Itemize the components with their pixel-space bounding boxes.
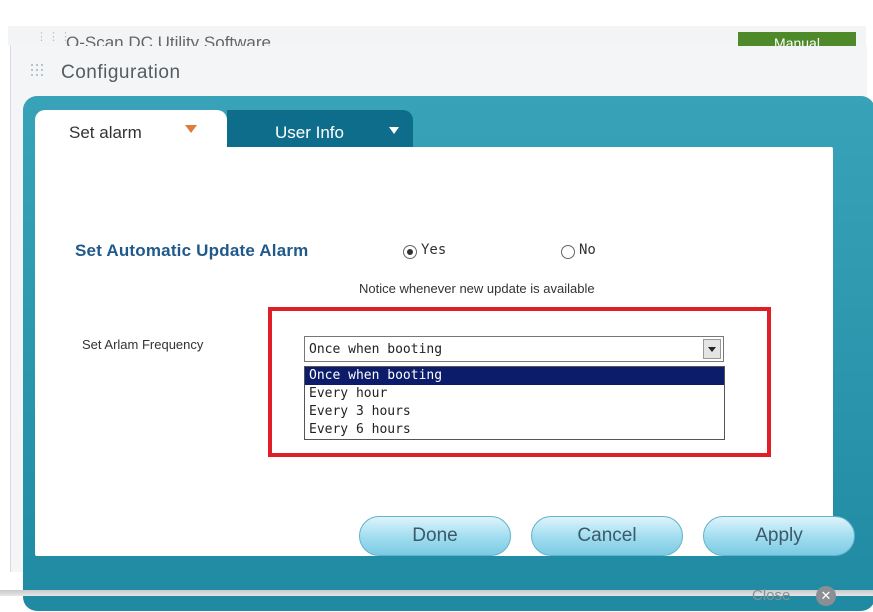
window-bottom-edge [0,590,873,596]
configuration-window: Configuration Set alarm User Info Set Au… [10,46,873,611]
configuration-titlebar[interactable]: Configuration [11,46,867,96]
tab-user-info-label: User Info [275,123,344,142]
frequency-select-value: Once when booting [309,342,443,357]
frequency-select[interactable]: Once when booting [304,336,724,362]
radio-yes[interactable] [403,245,417,259]
dropdown-option[interactable]: Every 6 hours [305,421,724,439]
dropdown-triangle-icon [389,127,399,134]
auto-update-alarm-label: Set Automatic Update Alarm [75,241,309,260]
radio-yes-label[interactable]: Yes [421,242,446,258]
tab-user-info[interactable]: User Info [227,110,413,148]
close-circle-icon[interactable]: ✕ [816,586,836,606]
dropdown-option[interactable]: Every hour [305,385,724,403]
background-window-title: Q-Scan DC Utility Software [66,33,271,46]
close-label[interactable]: Close [752,587,790,604]
chevron-down-icon[interactable] [703,339,721,359]
alarm-frequency-label: Set Arlam Frequency [82,337,204,352]
radio-no[interactable] [561,245,575,259]
done-button[interactable]: Done [359,516,511,556]
radio-no-label[interactable]: No [579,242,596,258]
tab-set-alarm-label: Set alarm [69,123,142,142]
update-notice-text: Notice whenever new update is available [359,281,595,296]
tab-content: Set Automatic Update Alarm Yes No Notice… [35,147,833,556]
frequency-dropdown-list: Once when booting Every hour Every 3 hou… [304,366,725,440]
settings-panel: Set alarm User Info Set Automatic Update… [23,96,873,611]
manual-button[interactable]: Manual [738,32,856,46]
apply-button[interactable]: Apply [703,516,855,556]
grip-icon [31,64,45,78]
background-window-titlebar: ⋮⋮⋮ Q-Scan DC Utility Software Manual [8,26,866,46]
dropdown-option[interactable]: Every 3 hours [305,403,724,421]
window-title: Configuration [61,62,181,83]
dropdown-option[interactable]: Once when booting [305,367,724,385]
dropdown-triangle-icon [185,125,197,133]
tab-set-alarm[interactable]: Set alarm [35,110,227,148]
cancel-button[interactable]: Cancel [531,516,683,556]
